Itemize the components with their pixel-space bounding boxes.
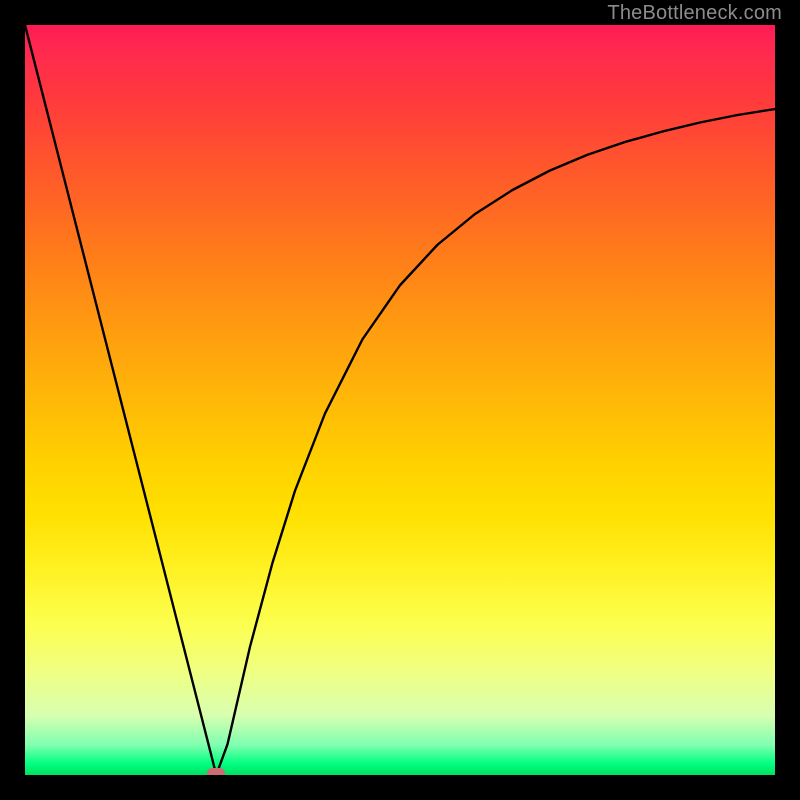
bottleneck-curve [25, 25, 775, 775]
curve-svg [25, 25, 775, 775]
minimum-marker [207, 768, 225, 775]
watermark-text: TheBottleneck.com [607, 2, 782, 25]
plot-area [25, 25, 775, 775]
chart-container: TheBottleneck.com [0, 0, 800, 800]
